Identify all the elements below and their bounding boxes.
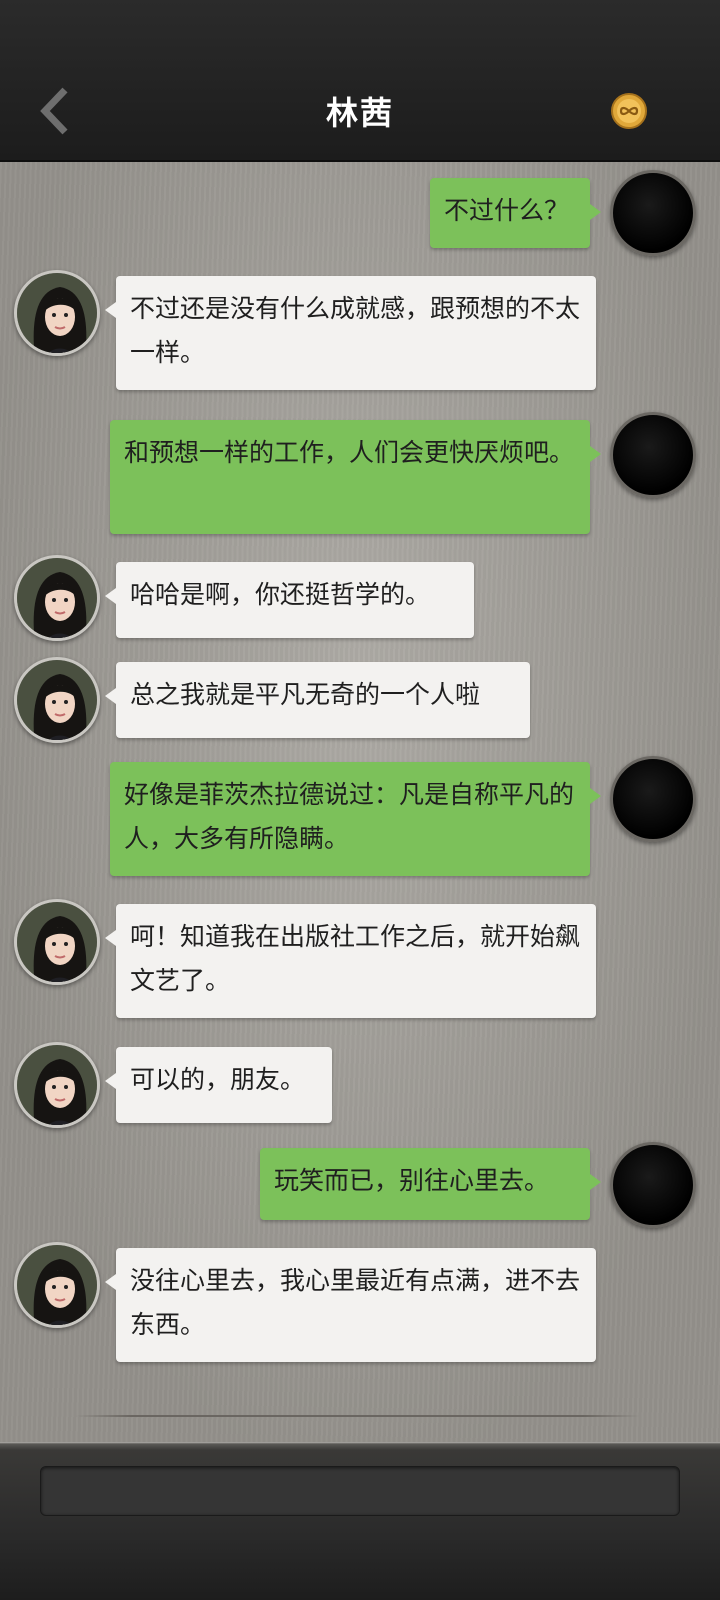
coin-button[interactable] <box>610 92 648 130</box>
infinity-coin-icon <box>611 93 647 129</box>
outgoing-bubble[interactable]: 不过什么？ <box>430 178 601 248</box>
incoming-bubble[interactable]: 没往心里去，我心里最近有点满，进不去东西。 <box>105 1248 596 1362</box>
woman-portrait-icon <box>17 1245 97 1325</box>
incoming-bubble[interactable]: 呵！知道我在出版社工作之后，就开始飙文艺了。 <box>105 904 596 1018</box>
contact-avatar[interactable] <box>14 270 100 356</box>
my-avatar[interactable] <box>610 412 696 498</box>
incoming-bubble[interactable]: 总之我就是平凡无奇的一个人啦 <box>105 662 530 738</box>
chat-end-divider <box>75 1415 640 1417</box>
contact-avatar[interactable] <box>14 899 100 985</box>
outgoing-bubble[interactable]: 和预想一样的工作，人们会更快厌烦吧。 <box>110 420 601 534</box>
contact-avatar[interactable] <box>14 1242 100 1328</box>
woman-portrait-icon <box>17 660 97 740</box>
contact-avatar[interactable] <box>14 555 100 641</box>
my-avatar[interactable] <box>610 756 696 842</box>
incoming-bubble[interactable]: 哈哈是啊，你还挺哲学的。 <box>105 562 474 638</box>
top-bar: 林茜 <box>0 0 720 162</box>
contact-avatar[interactable] <box>14 657 100 743</box>
woman-portrait-icon <box>17 902 97 982</box>
outgoing-bubble[interactable]: 好像是菲茨杰拉德说过：凡是自称平凡的人，大多有所隐瞒。 <box>110 762 601 876</box>
woman-portrait-icon <box>17 558 97 638</box>
chat-area[interactable]: 不过什么？ 不过还是没有什么成就感，跟预想的不太一样。 和预想一样的工作，人们会… <box>0 162 720 1442</box>
reply-input[interactable] <box>40 1466 680 1516</box>
outgoing-bubble[interactable]: 玩笑而已，别往心里去。 <box>260 1148 601 1220</box>
woman-portrait-icon <box>17 1045 97 1125</box>
my-avatar[interactable] <box>610 1142 696 1228</box>
incoming-bubble[interactable]: 不过还是没有什么成就感，跟预想的不太一样。 <box>105 276 596 390</box>
woman-portrait-icon <box>17 273 97 353</box>
my-avatar[interactable] <box>610 170 696 256</box>
input-bar <box>0 1442 720 1600</box>
contact-avatar[interactable] <box>14 1042 100 1128</box>
incoming-bubble[interactable]: 可以的，朋友。 <box>105 1047 332 1123</box>
